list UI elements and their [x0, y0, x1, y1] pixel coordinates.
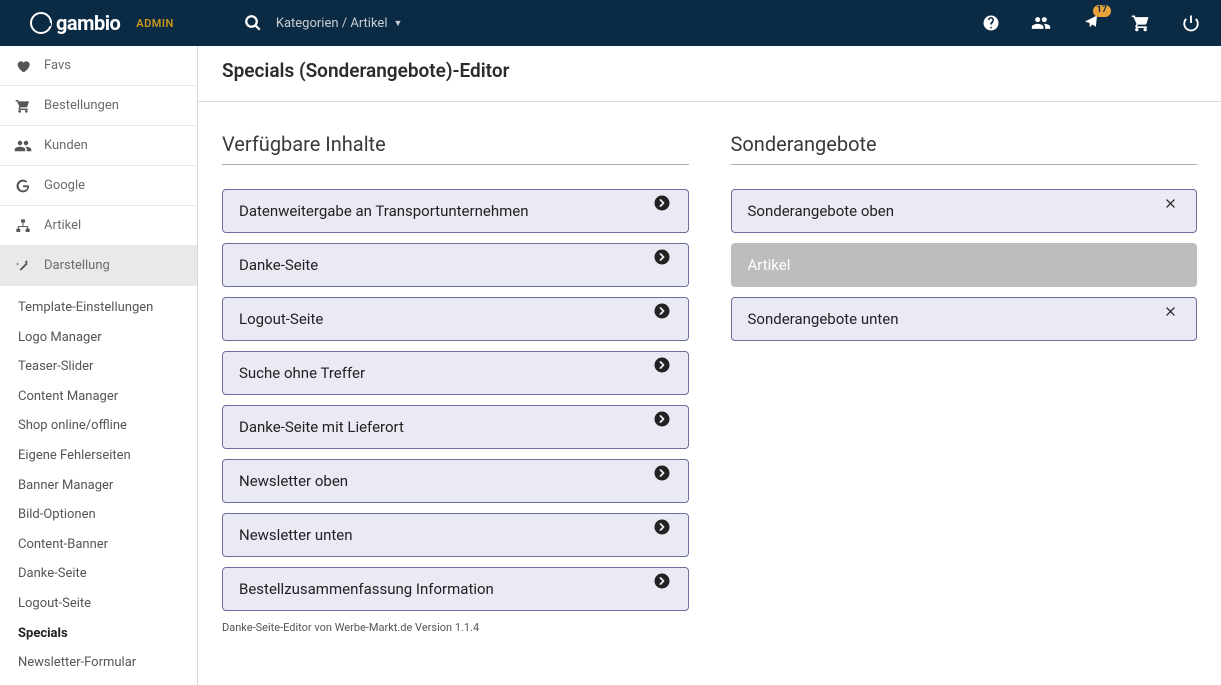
- sidebar-item-customers[interactable]: Kunden: [0, 126, 197, 166]
- move-right-icon[interactable]: [652, 517, 672, 537]
- subitem-logout-page[interactable]: Logout-Seite: [0, 590, 197, 618]
- available-column-title: Verfügbare Inhalte: [222, 132, 689, 165]
- wand-icon: [14, 258, 32, 274]
- main-content: Specials (Sonderangebote)-Editor Verfügb…: [198, 46, 1221, 685]
- sidebar-item-label: Kunden: [44, 138, 88, 153]
- available-column: Verfügbare Inhalte Datenweitergabe an Tr…: [222, 132, 689, 634]
- search-icon: [244, 14, 262, 32]
- sidebar-item-google[interactable]: Google: [0, 166, 197, 206]
- available-item[interactable]: Danke-Seite: [222, 243, 689, 287]
- logout-icon[interactable]: [1181, 13, 1201, 33]
- sidebar-item-label: Favs: [44, 58, 71, 73]
- sidebar-item-orders[interactable]: Bestellungen: [0, 86, 197, 126]
- sidebar-item-favs[interactable]: Favs: [0, 46, 197, 86]
- sitemap-icon: [14, 218, 32, 234]
- subitem-newsletter-form[interactable]: Newsletter-Formular: [0, 649, 197, 677]
- subitem-teaser-slider[interactable]: Teaser-Slider: [0, 353, 197, 381]
- logo-text: gambio: [56, 11, 120, 35]
- available-item[interactable]: Newsletter oben: [222, 459, 689, 503]
- available-item[interactable]: Newsletter unten: [222, 513, 689, 557]
- sidebar-item-products[interactable]: Artikel: [0, 206, 197, 246]
- community-icon[interactable]: [1031, 13, 1051, 33]
- header-search[interactable]: Kategorien / Artikel ▼: [244, 14, 403, 32]
- selected-column: Sonderangebote Sonderangebote oben Artik…: [731, 132, 1198, 634]
- brand-area: gambio ADMIN: [30, 11, 174, 35]
- page-title-bar: Specials (Sonderangebote)-Editor: [198, 46, 1221, 102]
- item-label: Datenweitergabe an Transportunternehmen: [239, 202, 528, 220]
- top-header: gambio ADMIN Kategorien / Artikel ▼ 17: [0, 0, 1221, 46]
- subitem-thank-you-page[interactable]: Danke-Seite: [0, 560, 197, 588]
- editor-columns: Verfügbare Inhalte Datenweitergabe an Tr…: [198, 102, 1221, 658]
- item-label: Logout-Seite: [239, 310, 323, 328]
- move-right-icon[interactable]: [652, 463, 672, 483]
- item-label: Sonderangebote unten: [748, 310, 899, 328]
- subitem-logo-manager[interactable]: Logo Manager: [0, 324, 197, 352]
- remove-icon[interactable]: [1160, 301, 1180, 321]
- sidebar-item-label: Darstellung: [44, 258, 110, 273]
- header-action-icons: 17: [981, 13, 1201, 33]
- google-icon: [14, 178, 32, 194]
- move-right-icon[interactable]: [652, 193, 672, 213]
- sidebar-submenu: Template-Einstellungen Logo Manager Teas…: [0, 286, 197, 685]
- selected-column-title: Sonderangebote: [731, 132, 1198, 165]
- item-label: Danke-Seite: [239, 256, 318, 274]
- item-label: Sonderangebote oben: [748, 202, 895, 220]
- sidebar: Favs Bestellungen Kunden Google Artikel: [0, 46, 198, 685]
- help-icon[interactable]: [981, 13, 1001, 33]
- admin-badge: ADMIN: [136, 17, 174, 30]
- sidebar-item-label: Google: [44, 178, 85, 193]
- move-right-icon[interactable]: [652, 247, 672, 267]
- cart-icon[interactable]: [1131, 13, 1151, 33]
- cart-icon: [14, 98, 32, 114]
- subitem-specials[interactable]: Specials: [0, 620, 197, 648]
- move-right-icon[interactable]: [652, 301, 672, 321]
- subitem-template-settings[interactable]: Template-Einstellungen: [0, 294, 197, 322]
- available-item[interactable]: Logout-Seite: [222, 297, 689, 341]
- selected-item[interactable]: Sonderangebote unten: [731, 297, 1198, 341]
- editor-version-note: Danke-Seite-Editor von Werbe-Markt.de Ve…: [222, 621, 689, 634]
- subitem-banner-manager[interactable]: Banner Manager: [0, 472, 197, 500]
- sidebar-item-label: Bestellungen: [44, 98, 119, 113]
- item-label: Danke-Seite mit Lieferort: [239, 418, 404, 436]
- available-item[interactable]: Suche ohne Treffer: [222, 351, 689, 395]
- notifications-icon[interactable]: 17: [1081, 13, 1101, 33]
- heart-icon: [14, 58, 32, 74]
- available-item[interactable]: Bestellzusammenfassung Information: [222, 567, 689, 611]
- users-icon: [14, 137, 32, 155]
- move-right-icon[interactable]: [652, 571, 672, 591]
- sidebar-item-display[interactable]: Darstellung: [0, 246, 197, 286]
- subitem-error-pages[interactable]: Eigene Fehlerseiten: [0, 442, 197, 470]
- available-item[interactable]: Datenweitergabe an Transportunternehmen: [222, 189, 689, 233]
- move-right-icon[interactable]: [652, 409, 672, 429]
- subitem-image-options[interactable]: Bild-Optionen: [0, 501, 197, 529]
- search-category-label: Kategorien / Artikel: [276, 16, 388, 31]
- subitem-content-banner[interactable]: Content-Banner: [0, 531, 197, 559]
- selected-item[interactable]: Sonderangebote oben: [731, 189, 1198, 233]
- dropdown-arrow-icon: ▼: [394, 18, 403, 29]
- page-title: Specials (Sonderangebote)-Editor: [222, 59, 1197, 82]
- selected-item-placeholder[interactable]: Artikel: [731, 243, 1198, 287]
- sidebar-item-label: Artikel: [44, 218, 81, 233]
- logo-mark-icon: [30, 12, 52, 34]
- logo[interactable]: gambio: [30, 11, 120, 35]
- item-label: Suche ohne Treffer: [239, 364, 365, 382]
- item-label: Bestellzusammenfassung Information: [239, 580, 494, 598]
- subitem-content-manager[interactable]: Content Manager: [0, 383, 197, 411]
- search-category-dropdown[interactable]: Kategorien / Artikel ▼: [276, 16, 403, 31]
- item-label: Artikel: [748, 256, 791, 274]
- subitem-shop-online-offline[interactable]: Shop online/offline: [0, 412, 197, 440]
- notification-badge: 17: [1093, 5, 1111, 17]
- item-label: Newsletter unten: [239, 526, 353, 544]
- remove-icon[interactable]: [1160, 193, 1180, 213]
- item-label: Newsletter oben: [239, 472, 348, 490]
- move-right-icon[interactable]: [652, 355, 672, 375]
- available-item[interactable]: Danke-Seite mit Lieferort: [222, 405, 689, 449]
